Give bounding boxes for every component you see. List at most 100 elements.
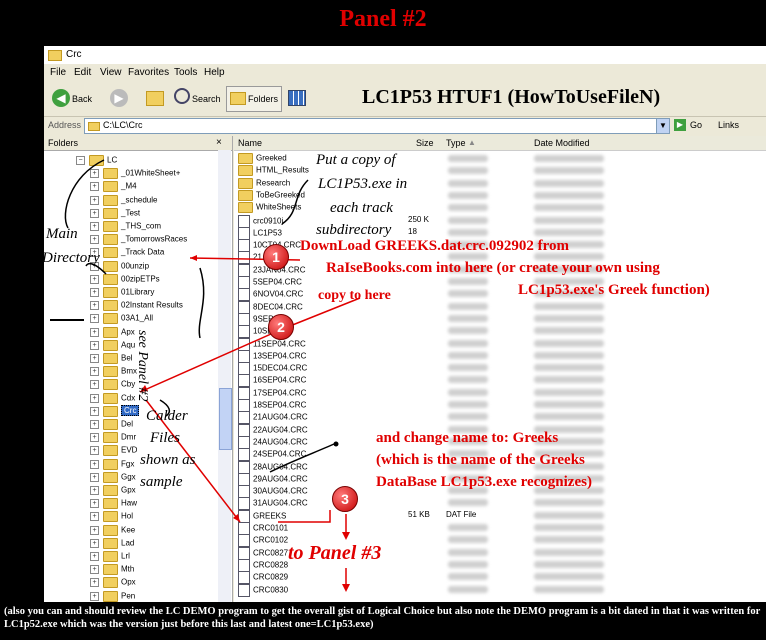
scrollbar-thumb[interactable] (219, 388, 232, 450)
back-arrow-icon[interactable]: ◀ (52, 89, 70, 107)
tree-item[interactable]: + Apx (90, 326, 135, 340)
file-row[interactable]: 5SEP04.CRC (238, 276, 302, 289)
tree-item[interactable]: + _TomorrowsRaces (90, 234, 187, 247)
expand-icon[interactable]: + (90, 499, 99, 509)
search-button[interactable]: Search (192, 94, 221, 104)
tree-item[interactable]: + Mth (90, 564, 134, 577)
tree-item[interactable]: + Cdx (90, 392, 135, 406)
expand-icon[interactable]: + (90, 195, 99, 205)
file-row[interactable]: CRC0827 (238, 546, 288, 560)
tree-item[interactable]: + _THS_com (90, 221, 161, 234)
expand-icon[interactable]: + (90, 327, 99, 337)
file-row[interactable]: crc0910j (238, 214, 283, 228)
tree-item[interactable]: + Aqu (90, 339, 135, 353)
expand-icon[interactable]: + (90, 274, 99, 284)
expand-icon[interactable]: + (90, 314, 99, 324)
tree-item[interactable]: + Lad (90, 537, 134, 551)
expand-icon[interactable]: + (90, 552, 99, 561)
file-row[interactable]: 31AUG04.CRC (238, 497, 308, 511)
tree-item[interactable]: + Dmr (90, 432, 136, 445)
close-icon[interactable]: × (216, 137, 222, 148)
file-row[interactable]: LC1P53 (238, 226, 282, 240)
tree-item[interactable]: + Opx (90, 577, 136, 590)
file-row[interactable]: 22AUG04.CRC (238, 423, 308, 437)
tree-item[interactable]: + _Test (90, 207, 140, 221)
file-row[interactable]: 17SEP04.CRC (238, 386, 306, 400)
file-row[interactable]: 30AUG04.CRC (238, 485, 308, 499)
tree-item[interactable]: + _schedule (90, 194, 157, 208)
expand-icon[interactable]: + (90, 235, 99, 245)
file-row[interactable]: 13SEP04.CRC (238, 349, 306, 363)
tree-item[interactable]: +01Library (90, 287, 154, 300)
expand-icon[interactable]: + (90, 565, 99, 575)
views-icon[interactable] (288, 90, 306, 106)
file-row[interactable]: 11SEP04.CRC (238, 337, 306, 351)
tree-item[interactable]: + EVD (90, 445, 137, 458)
file-row[interactable]: 18SEP04.CRC (238, 399, 306, 412)
tree-item[interactable]: + Bel (90, 353, 133, 366)
expand-icon[interactable]: + (90, 446, 99, 456)
file-row[interactable]: 24AUG04.CRC (238, 435, 308, 449)
expand-icon[interactable]: + (90, 459, 99, 469)
tree-item[interactable]: + Kee (90, 524, 135, 538)
file-row[interactable]: Research (238, 177, 290, 190)
expand-icon[interactable]: + (90, 420, 99, 429)
tree-item[interactable]: + Pen (90, 590, 135, 602)
tree-item[interactable]: +00zipETPs (90, 273, 160, 287)
expand-icon[interactable]: + (90, 591, 99, 601)
expand-icon[interactable]: + (90, 367, 99, 377)
menu-view[interactable]: View (100, 67, 122, 78)
column-name[interactable]: Name (238, 138, 262, 148)
links-label[interactable]: Links (718, 120, 739, 130)
file-row[interactable]: CRC0102 (238, 534, 288, 548)
expand-icon[interactable]: + (90, 433, 99, 443)
go-button[interactable]: Go (690, 120, 702, 130)
menu-edit[interactable]: Edit (74, 67, 91, 78)
expand-icon[interactable]: + (90, 288, 99, 297)
forward-arrow-icon[interactable]: ▶ (110, 89, 128, 107)
vertical-scrollbar[interactable] (218, 150, 232, 602)
go-arrow-icon[interactable]: ▶ (674, 119, 686, 131)
collapse-icon[interactable]: − (76, 156, 85, 165)
tree-item[interactable]: + Bmx (90, 366, 137, 379)
expand-icon[interactable]: + (90, 169, 99, 179)
expand-icon[interactable]: + (90, 525, 99, 535)
file-row[interactable]: 28AUG04.CRC (238, 460, 308, 474)
search-icon[interactable] (174, 88, 190, 104)
expand-icon[interactable]: + (90, 472, 99, 482)
expand-icon[interactable]: + (90, 406, 99, 416)
file-row[interactable]: 15DEC04.CRC (238, 362, 307, 376)
expand-icon[interactable]: + (90, 182, 99, 192)
tree-item[interactable]: + Gpx (90, 485, 136, 498)
tree-item[interactable]: + Lrl (90, 551, 130, 564)
file-row[interactable]: 21AUG04.CRC (238, 411, 308, 425)
tree-item[interactable]: + Fgx (90, 458, 134, 472)
file-row[interactable]: GREEKS (238, 509, 286, 523)
menu-tools[interactable]: Tools (174, 67, 197, 78)
tree-item[interactable]: + Hol (90, 511, 133, 524)
file-row[interactable]: 8DEC04.CRC (238, 300, 303, 314)
file-row[interactable]: CRC0828 (238, 558, 288, 572)
back-button[interactable]: Back (72, 94, 92, 104)
expand-icon[interactable]: + (90, 393, 99, 403)
column-date[interactable]: Date Modified (534, 138, 590, 148)
expand-icon[interactable]: + (90, 222, 99, 231)
tree-item[interactable]: +03A1_All (90, 313, 153, 326)
tree-item[interactable]: − LC (76, 155, 117, 168)
file-row[interactable]: 6NOV04.CRC (238, 288, 303, 302)
file-row[interactable]: 29AUG04.CRC (238, 472, 308, 486)
expand-icon[interactable]: + (90, 301, 99, 311)
expand-icon[interactable]: + (90, 354, 99, 363)
address-input[interactable]: C:\LC\Crc (84, 118, 666, 134)
expand-icon[interactable]: + (90, 380, 99, 390)
tree-item[interactable]: + Cby (90, 379, 135, 392)
expand-icon[interactable]: + (90, 512, 99, 522)
expand-icon[interactable]: + (90, 578, 99, 588)
column-size[interactable]: Size (416, 138, 434, 148)
tree-item[interactable]: + Haw (90, 498, 137, 511)
file-row[interactable]: Greeked (238, 153, 287, 165)
menu-favorites[interactable]: Favorites (128, 67, 169, 78)
tree-item[interactable]: + Del (90, 419, 133, 432)
file-row[interactable]: CRC0829 (238, 571, 288, 585)
file-row[interactable]: WhiteSheets (238, 202, 301, 214)
